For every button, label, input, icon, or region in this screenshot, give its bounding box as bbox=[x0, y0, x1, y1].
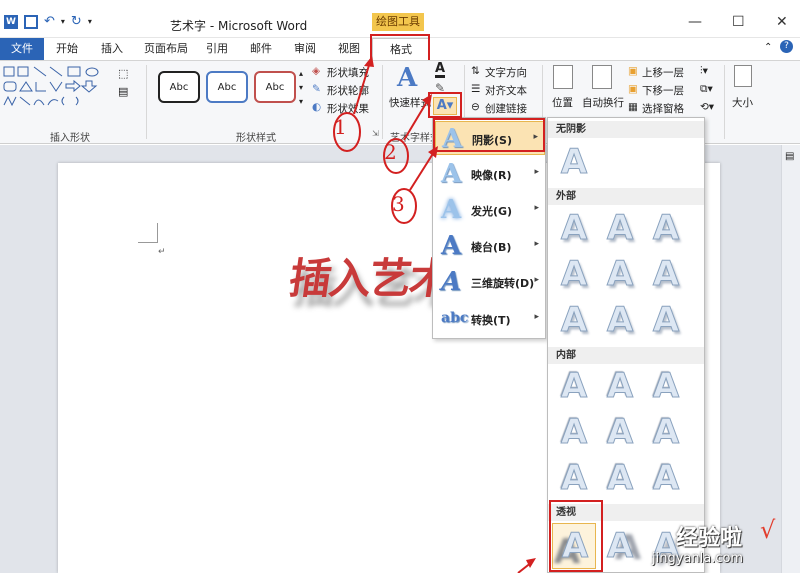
watermark-url: jingyanla.com bbox=[652, 551, 744, 566]
annotation-arrow-2 bbox=[403, 99, 429, 141]
watermark-brand: 经验啦 bbox=[676, 526, 743, 551]
annotation-circle-2 bbox=[383, 138, 409, 174]
arrow-head-1 bbox=[364, 56, 374, 67]
arrow-head-3 bbox=[428, 146, 438, 158]
watermark-check-icon: √ bbox=[760, 516, 776, 544]
annotation-circle-3 bbox=[391, 188, 417, 224]
annotation-arrow-1 bbox=[353, 61, 371, 115]
annotation-arrows bbox=[333, 56, 536, 573]
arrow-head-2 bbox=[422, 94, 432, 106]
annotation-arrow-3 bbox=[409, 151, 435, 191]
annotation-box-text-effects bbox=[428, 92, 462, 118]
annotation-circle-1 bbox=[333, 112, 361, 152]
